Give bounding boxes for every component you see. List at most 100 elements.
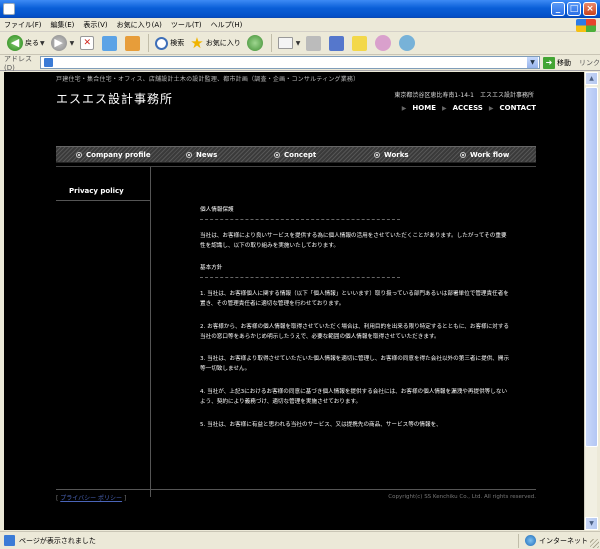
global-nav: Company profile News Concept Works Work … bbox=[56, 146, 536, 163]
site-tagline: 戸建住宅・集合住宅・オフィス、店舗設計土木の設計監理、都市計画（調査・企画・コン… bbox=[56, 76, 360, 83]
copyright-text: Copyright(c) SS Kenchiku Co., Ltd. All r… bbox=[388, 494, 536, 500]
home-button[interactable] bbox=[122, 33, 145, 53]
sidebar-divider bbox=[56, 200, 150, 201]
menu-favorites[interactable]: お気に入り(A) bbox=[117, 20, 162, 30]
nav-concept[interactable]: Concept bbox=[274, 151, 316, 159]
status-divider bbox=[518, 533, 519, 548]
nav-news-label: News bbox=[196, 150, 218, 159]
content-heading: 個人情報保護 bbox=[200, 207, 234, 213]
messenger-button[interactable] bbox=[396, 33, 420, 53]
dashed-divider bbox=[200, 277, 400, 279]
privacy-policy-link[interactable]: プライバシー ポリシー bbox=[60, 495, 122, 502]
security-zone: インターネット bbox=[516, 533, 588, 548]
discuss-button[interactable] bbox=[349, 33, 372, 53]
chevron-down-icon[interactable]: ▼ bbox=[527, 57, 538, 68]
nav-contact[interactable]: CONTACT bbox=[499, 104, 536, 112]
search-icon bbox=[155, 36, 169, 50]
history-icon bbox=[246, 35, 263, 51]
bullet-icon bbox=[76, 151, 82, 158]
footer-links: [ プライバシー ポリシー ] bbox=[56, 493, 126, 502]
research-icon bbox=[375, 35, 392, 51]
favorites-button[interactable]: ★ お気に入り bbox=[187, 33, 243, 53]
go-arrow-icon: ➜ bbox=[543, 56, 555, 69]
chevron-down-icon[interactable]: ▼ bbox=[40, 40, 45, 47]
bullet-icon bbox=[460, 151, 466, 158]
research-button[interactable] bbox=[372, 33, 396, 53]
scroll-thumb[interactable] bbox=[585, 87, 598, 447]
chevron-down-icon[interactable]: ▼ bbox=[70, 40, 75, 47]
printer-icon bbox=[306, 35, 322, 51]
policy-item: 3. 当社は、お客様より取得させていただいた個人情報を適切に管理し、お客様の同意… bbox=[200, 356, 510, 373]
column-divider bbox=[150, 167, 151, 497]
footer-divider bbox=[56, 489, 536, 490]
windows-logo-icon bbox=[576, 19, 596, 32]
nav-separator: ▶ bbox=[488, 104, 494, 112]
top-nav: ▶ HOME ▶ ACCESS ▶ CONTACT bbox=[396, 104, 536, 112]
intro-paragraph: 当社は、お客様により良いサービスを提供する為に個人情報の活用をさせていただくこと… bbox=[200, 232, 507, 249]
search-label: 検索 bbox=[170, 39, 185, 47]
header-divider bbox=[56, 166, 536, 167]
menu-file[interactable]: ファイル(F) bbox=[4, 20, 42, 30]
forward-button[interactable]: ▶ ▼ bbox=[48, 33, 78, 53]
vertical-scrollbar[interactable]: ▲ ▼ bbox=[584, 72, 598, 530]
favorites-label: お気に入り bbox=[205, 39, 241, 47]
policy-item: 1. 当社は、お客様個人に関する情報（以下「個人情報」といいます）取り扱っている… bbox=[200, 291, 509, 307]
menu-view[interactable]: 表示(V) bbox=[83, 20, 107, 30]
page-done-icon bbox=[4, 535, 15, 546]
stop-icon: ✕ bbox=[80, 36, 95, 50]
nav-works[interactable]: Works bbox=[374, 151, 409, 159]
history-button[interactable] bbox=[244, 33, 268, 53]
refresh-button[interactable] bbox=[99, 33, 122, 53]
site-logo[interactable]: エスエス設計事務所 bbox=[56, 90, 173, 107]
close-button[interactable]: × bbox=[583, 2, 597, 16]
stop-button[interactable]: ✕ bbox=[77, 33, 99, 53]
minimize-button[interactable]: _ bbox=[551, 2, 565, 16]
status-bar: ページが表示されました インターネット bbox=[0, 531, 600, 549]
menu-tools[interactable]: ツール(T) bbox=[171, 20, 202, 30]
menu-help[interactable]: ヘルプ(H) bbox=[211, 20, 243, 30]
scroll-up-icon[interactable]: ▲ bbox=[585, 72, 598, 85]
back-button[interactable]: ◀ 戻る ▼ bbox=[4, 33, 48, 53]
office-address: 東京都渋谷区恵比寿南1-14-1 エスエス設計事務所 bbox=[394, 92, 534, 99]
dashed-divider bbox=[200, 218, 400, 220]
nav-work-flow-label: Work flow bbox=[470, 150, 510, 159]
address-label: アドレス(D) bbox=[4, 54, 32, 72]
scroll-down-icon[interactable]: ▼ bbox=[585, 517, 598, 530]
nav-separator: ▶ bbox=[401, 104, 407, 112]
ie-app-icon bbox=[3, 3, 15, 15]
go-button[interactable]: ➜ 移動 bbox=[543, 56, 571, 69]
nav-work-flow[interactable]: Work flow bbox=[460, 151, 509, 159]
nav-home[interactable]: HOME bbox=[412, 104, 436, 112]
nav-access[interactable]: ACCESS bbox=[453, 104, 483, 112]
resize-grip-icon[interactable] bbox=[590, 539, 599, 548]
nav-company-profile[interactable]: Company profile bbox=[76, 151, 151, 159]
menu-edit[interactable]: 編集(E) bbox=[51, 20, 75, 30]
address-bar: アドレス(D) ▼ ➜ 移動 リンク bbox=[0, 54, 600, 72]
bullet-icon bbox=[374, 151, 380, 158]
zone-label: インターネット bbox=[539, 536, 588, 545]
messenger-icon bbox=[399, 35, 416, 51]
address-input[interactable] bbox=[56, 57, 527, 68]
bracket-close: ] bbox=[123, 495, 127, 502]
status-text: ページが表示されました bbox=[19, 536, 96, 545]
back-label: 戻る bbox=[25, 39, 39, 47]
sidebar-item-privacy-policy[interactable]: Privacy policy bbox=[69, 187, 124, 195]
window-controls: _ □ × bbox=[551, 2, 597, 16]
maximize-button[interactable]: □ bbox=[567, 2, 581, 16]
links-label[interactable]: リンク bbox=[579, 58, 600, 68]
address-field[interactable]: ▼ bbox=[40, 56, 540, 69]
page-viewport: 戸建住宅・集合住宅・オフィス、店舗設計土木の設計監理、都市計画（調査・企画・コン… bbox=[4, 72, 584, 530]
chevron-down-icon[interactable]: ▼ bbox=[296, 40, 301, 47]
mail-button[interactable]: ▼ bbox=[275, 33, 304, 53]
menu-bar: ファイル(F) 編集(E) 表示(V) お気に入り(A) ツール(T) ヘルプ(… bbox=[0, 18, 600, 32]
edit-button[interactable] bbox=[326, 33, 349, 53]
policy-item: 4. 当社が、上記3におけるお客様の同意に基づき個人情報を提供する会社には、お客… bbox=[200, 388, 508, 405]
nav-separator: ▶ bbox=[441, 104, 447, 112]
back-arrow-icon: ◀ bbox=[7, 35, 23, 51]
globe-icon bbox=[525, 535, 536, 546]
nav-news[interactable]: News bbox=[186, 151, 217, 159]
mail-icon bbox=[277, 37, 293, 49]
print-button[interactable] bbox=[303, 33, 326, 53]
search-button[interactable]: 検索 bbox=[152, 33, 187, 53]
policy-item: 2. お客様から、お客様の個人情報を取得させていただく場合は、利用目的を出来る限… bbox=[200, 323, 510, 340]
